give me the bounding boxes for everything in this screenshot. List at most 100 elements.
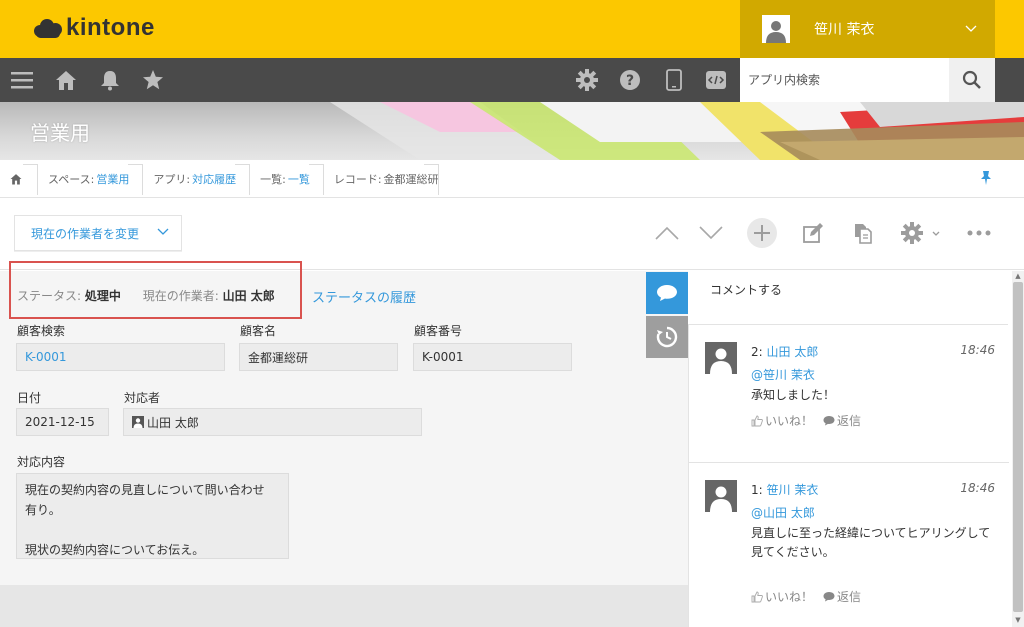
comment-mention[interactable]: @山田 太郎 (751, 504, 815, 521)
banner-decoration (330, 102, 1024, 160)
content-line: 現状の契約内容についてお伝え。 (25, 543, 205, 557)
change-assignee-label: 現在の作業者を変更 (31, 226, 140, 241)
reply-label: 返信 (837, 590, 862, 604)
comment-body: 承知しました！ (751, 388, 836, 402)
customer-search-value[interactable]: K-0001 (16, 343, 225, 371)
comment-body: 見直しに至った経緯についてヒアリングして見てください。 (751, 526, 991, 559)
breadcrumb-list-label: 一覧: (260, 172, 286, 186)
comment-item: 2: 山田 太郎 18:46 @笹川 茉衣 承知しました！ いいね！ 返信 (689, 326, 1009, 463)
scroll-down-icon[interactable]: ▼ (1013, 616, 1023, 624)
breadcrumb-list-link[interactable]: 一覧 (288, 171, 310, 187)
app-search-input[interactable] (740, 58, 949, 102)
breadcrumb-app[interactable]: アプリ: 対応履歴 (143, 160, 250, 198)
thumbs-up-icon (751, 415, 763, 426)
previous-record-icon[interactable] (652, 218, 682, 248)
pin-icon[interactable] (980, 170, 992, 190)
kintone-logo[interactable]: kintone (32, 14, 155, 42)
logo-text: kintone (66, 14, 155, 41)
user-avatar-icon[interactable] (705, 480, 737, 512)
like-button[interactable]: いいね！ (751, 588, 813, 605)
date-value: 2021-12-15 (16, 408, 109, 436)
like-label: いいね！ (765, 590, 814, 604)
scrollbar-thumb[interactable] (1013, 282, 1023, 612)
assignee-value: 山田 太郎 (222, 289, 275, 303)
chevron-down-icon (157, 226, 169, 241)
reply-button[interactable]: 返信 (823, 588, 861, 605)
customer-name-value: 金都運総研 (239, 343, 398, 371)
content-line: 有り。 (25, 503, 61, 517)
user-name: 笹川 茉衣 (814, 22, 875, 38)
mobile-icon[interactable] (662, 68, 686, 92)
comment-number: 2: (751, 345, 763, 359)
customer-search-label: 顧客検索 (17, 324, 66, 338)
handler-value: 山田 太郎 (123, 408, 422, 436)
menu-icon[interactable] (10, 68, 34, 92)
content-line (25, 520, 280, 540)
search-button[interactable] (949, 58, 995, 102)
next-record-icon[interactable] (696, 218, 726, 248)
content-label: 対応内容 (17, 455, 66, 469)
breadcrumb-space[interactable]: スペース: 営業用 (38, 160, 143, 198)
comment-user[interactable]: 山田 太郎 (767, 345, 819, 359)
status-label: ステータス: (17, 289, 82, 303)
customer-name-label: 顧客名 (240, 324, 277, 338)
content-value: 現在の契約内容の見直しについて問い合わせ 有り。 現状の契約内容についてお伝え。 (16, 473, 289, 559)
user-menu[interactable]: 笹川 茉衣 (740, 0, 995, 58)
breadcrumb-record: レコード: 金都運総研 (324, 160, 439, 198)
comment-time: 18:46 (960, 343, 995, 357)
user-avatar-icon[interactable] (705, 342, 737, 374)
gear-icon[interactable] (575, 68, 599, 92)
breadcrumb-record-label: レコード: (333, 172, 382, 186)
comments-tab[interactable] (646, 272, 688, 314)
edit-icon[interactable] (798, 218, 828, 248)
comment-time: 18:46 (960, 481, 995, 495)
comment-icon (657, 285, 677, 301)
bell-icon[interactable] (98, 68, 122, 92)
comment-item: 1: 笹川 茉衣 18:46 @山田 太郎 見直しに至った経緯についてヒアリング… (689, 464, 1009, 627)
search-icon (962, 70, 981, 89)
assignee-label: 現在の作業者: (142, 289, 219, 303)
add-record-icon[interactable] (746, 217, 778, 249)
date-label: 日付 (17, 391, 42, 405)
svg-text:?: ? (626, 73, 634, 89)
change-assignee-button[interactable]: 現在の作業者を変更 (14, 215, 182, 251)
content-line: 現在の契約内容の見直しについて問い合わせ (25, 483, 265, 497)
like-button[interactable]: いいね！ (751, 412, 813, 429)
handler-label: 対応者 (124, 391, 161, 405)
more-icon[interactable] (964, 218, 994, 248)
comment-user[interactable]: 笹川 茉衣 (767, 483, 819, 497)
breadcrumb-record-value: 金都運総研 (383, 172, 439, 186)
customer-no-label: 顧客番号 (414, 324, 463, 338)
history-tab[interactable] (646, 316, 688, 358)
reply-button[interactable]: 返信 (823, 412, 861, 429)
comment-input[interactable]: コメントする (688, 271, 1008, 325)
comment-actions: いいね！ 返信 (751, 588, 861, 605)
cloud-icon (32, 17, 64, 39)
star-icon[interactable] (141, 68, 165, 92)
scroll-up-icon[interactable]: ▲ (1013, 272, 1023, 280)
settings-menu-icon[interactable] (898, 218, 944, 248)
user-avatar-icon (762, 15, 790, 43)
space-banner: 営業用 (0, 102, 1024, 160)
home-icon[interactable] (54, 68, 78, 92)
breadcrumb-app-link[interactable]: 対応履歴 (192, 171, 236, 187)
breadcrumb-space-link[interactable]: 営業用 (96, 171, 129, 187)
like-label: いいね！ (765, 414, 814, 428)
comment-number: 1: (751, 483, 763, 497)
chevron-down-icon (965, 22, 977, 37)
breadcrumb-home[interactable] (0, 160, 38, 198)
help-icon[interactable]: ? (618, 68, 642, 92)
thumbs-up-icon (751, 591, 763, 602)
status-bar: ステータス: 処理中 現在の作業者: 山田 太郎 (17, 287, 275, 304)
user-icon (132, 416, 144, 428)
handler-name: 山田 太郎 (147, 415, 199, 430)
duplicate-icon[interactable] (848, 218, 878, 248)
code-icon[interactable] (704, 68, 728, 92)
comment-header: 1: 笹川 茉衣 (751, 481, 818, 498)
breadcrumb-list[interactable]: 一覧: 一覧 (250, 160, 324, 198)
reply-icon (823, 592, 835, 602)
record-footer (0, 585, 688, 627)
comment-header: 2: 山田 太郎 (751, 343, 818, 360)
status-history-link[interactable]: ステータスの履歴 (312, 287, 416, 306)
comment-mention[interactable]: @笹川 茉衣 (751, 366, 815, 383)
